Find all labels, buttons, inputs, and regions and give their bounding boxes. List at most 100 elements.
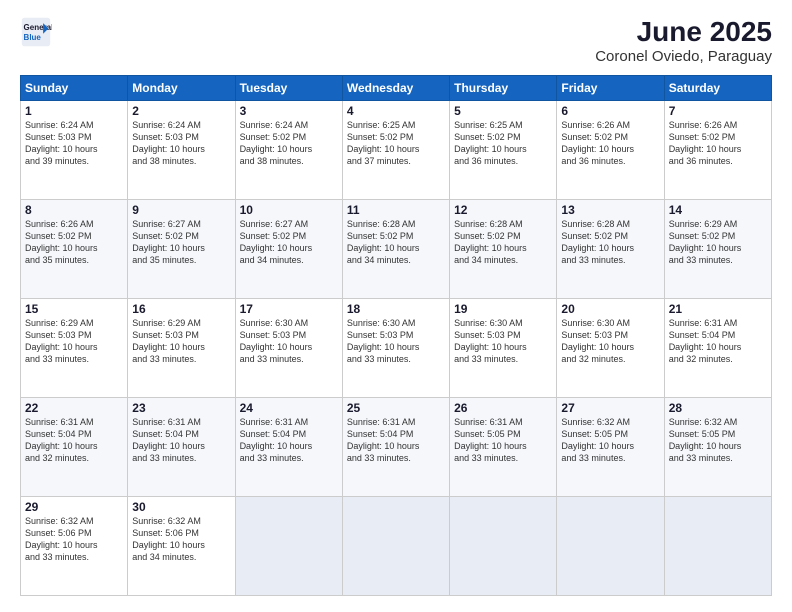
day-number: 19 [454, 302, 552, 316]
day-number: 6 [561, 104, 659, 118]
weekday-header-sunday: Sunday [21, 76, 128, 101]
weekday-header-row: SundayMondayTuesdayWednesdayThursdayFrid… [21, 76, 772, 101]
day-info: Sunrise: 6:29 AM Sunset: 5:02 PM Dayligh… [669, 218, 767, 267]
weekday-header-wednesday: Wednesday [342, 76, 449, 101]
day-info: Sunrise: 6:32 AM Sunset: 5:06 PM Dayligh… [132, 515, 230, 564]
calendar-cell: 29Sunrise: 6:32 AM Sunset: 5:06 PM Dayli… [21, 497, 128, 596]
calendar-week-2: 8Sunrise: 6:26 AM Sunset: 5:02 PM Daylig… [21, 200, 772, 299]
day-info: Sunrise: 6:32 AM Sunset: 5:05 PM Dayligh… [669, 416, 767, 465]
calendar-cell: 25Sunrise: 6:31 AM Sunset: 5:04 PM Dayli… [342, 398, 449, 497]
day-info: Sunrise: 6:28 AM Sunset: 5:02 PM Dayligh… [454, 218, 552, 267]
day-number: 24 [240, 401, 338, 415]
calendar-week-4: 22Sunrise: 6:31 AM Sunset: 5:04 PM Dayli… [21, 398, 772, 497]
svg-text:General: General [24, 23, 52, 32]
day-info: Sunrise: 6:31 AM Sunset: 5:04 PM Dayligh… [132, 416, 230, 465]
day-info: Sunrise: 6:28 AM Sunset: 5:02 PM Dayligh… [347, 218, 445, 267]
calendar-week-3: 15Sunrise: 6:29 AM Sunset: 5:03 PM Dayli… [21, 299, 772, 398]
calendar-cell: 22Sunrise: 6:31 AM Sunset: 5:04 PM Dayli… [21, 398, 128, 497]
day-number: 18 [347, 302, 445, 316]
day-number: 27 [561, 401, 659, 415]
calendar-cell: 30Sunrise: 6:32 AM Sunset: 5:06 PM Dayli… [128, 497, 235, 596]
calendar-cell [450, 497, 557, 596]
day-info: Sunrise: 6:31 AM Sunset: 5:05 PM Dayligh… [454, 416, 552, 465]
day-number: 23 [132, 401, 230, 415]
calendar-cell: 23Sunrise: 6:31 AM Sunset: 5:04 PM Dayli… [128, 398, 235, 497]
calendar-cell: 2Sunrise: 6:24 AM Sunset: 5:03 PM Daylig… [128, 101, 235, 200]
day-info: Sunrise: 6:31 AM Sunset: 5:04 PM Dayligh… [347, 416, 445, 465]
month-title: June 2025 [595, 16, 772, 48]
calendar-cell: 13Sunrise: 6:28 AM Sunset: 5:02 PM Dayli… [557, 200, 664, 299]
calendar-cell: 15Sunrise: 6:29 AM Sunset: 5:03 PM Dayli… [21, 299, 128, 398]
calendar-cell: 27Sunrise: 6:32 AM Sunset: 5:05 PM Dayli… [557, 398, 664, 497]
day-number: 3 [240, 104, 338, 118]
day-info: Sunrise: 6:26 AM Sunset: 5:02 PM Dayligh… [25, 218, 123, 267]
day-number: 22 [25, 401, 123, 415]
day-number: 25 [347, 401, 445, 415]
header: General Blue June 2025 Coronel Oviedo, P… [20, 16, 772, 65]
calendar-cell: 14Sunrise: 6:29 AM Sunset: 5:02 PM Dayli… [664, 200, 771, 299]
location-subtitle: Coronel Oviedo, Paraguay [595, 48, 772, 65]
day-info: Sunrise: 6:24 AM Sunset: 5:02 PM Dayligh… [240, 119, 338, 168]
calendar-cell: 20Sunrise: 6:30 AM Sunset: 5:03 PM Dayli… [557, 299, 664, 398]
day-info: Sunrise: 6:30 AM Sunset: 5:03 PM Dayligh… [454, 317, 552, 366]
calendar-cell: 9Sunrise: 6:27 AM Sunset: 5:02 PM Daylig… [128, 200, 235, 299]
calendar-cell: 24Sunrise: 6:31 AM Sunset: 5:04 PM Dayli… [235, 398, 342, 497]
calendar-cell: 18Sunrise: 6:30 AM Sunset: 5:03 PM Dayli… [342, 299, 449, 398]
day-number: 30 [132, 500, 230, 514]
day-number: 5 [454, 104, 552, 118]
calendar-cell: 4Sunrise: 6:25 AM Sunset: 5:02 PM Daylig… [342, 101, 449, 200]
page: General Blue June 2025 Coronel Oviedo, P… [0, 0, 792, 612]
day-info: Sunrise: 6:32 AM Sunset: 5:06 PM Dayligh… [25, 515, 123, 564]
day-info: Sunrise: 6:31 AM Sunset: 5:04 PM Dayligh… [669, 317, 767, 366]
calendar-cell: 16Sunrise: 6:29 AM Sunset: 5:03 PM Dayli… [128, 299, 235, 398]
day-number: 2 [132, 104, 230, 118]
calendar-cell: 19Sunrise: 6:30 AM Sunset: 5:03 PM Dayli… [450, 299, 557, 398]
day-info: Sunrise: 6:29 AM Sunset: 5:03 PM Dayligh… [25, 317, 123, 366]
day-info: Sunrise: 6:24 AM Sunset: 5:03 PM Dayligh… [132, 119, 230, 168]
day-info: Sunrise: 6:31 AM Sunset: 5:04 PM Dayligh… [25, 416, 123, 465]
day-number: 29 [25, 500, 123, 514]
day-info: Sunrise: 6:32 AM Sunset: 5:05 PM Dayligh… [561, 416, 659, 465]
calendar-cell: 26Sunrise: 6:31 AM Sunset: 5:05 PM Dayli… [450, 398, 557, 497]
calendar-cell: 5Sunrise: 6:25 AM Sunset: 5:02 PM Daylig… [450, 101, 557, 200]
day-number: 8 [25, 203, 123, 217]
weekday-header-saturday: Saturday [664, 76, 771, 101]
calendar-cell: 1Sunrise: 6:24 AM Sunset: 5:03 PM Daylig… [21, 101, 128, 200]
day-number: 4 [347, 104, 445, 118]
weekday-header-tuesday: Tuesday [235, 76, 342, 101]
day-number: 13 [561, 203, 659, 217]
calendar-cell [557, 497, 664, 596]
day-number: 9 [132, 203, 230, 217]
calendar-cell: 3Sunrise: 6:24 AM Sunset: 5:02 PM Daylig… [235, 101, 342, 200]
day-info: Sunrise: 6:30 AM Sunset: 5:03 PM Dayligh… [347, 317, 445, 366]
day-number: 21 [669, 302, 767, 316]
day-number: 26 [454, 401, 552, 415]
day-number: 10 [240, 203, 338, 217]
calendar-table: SundayMondayTuesdayWednesdayThursdayFrid… [20, 75, 772, 596]
day-info: Sunrise: 6:26 AM Sunset: 5:02 PM Dayligh… [669, 119, 767, 168]
weekday-header-monday: Monday [128, 76, 235, 101]
weekday-header-thursday: Thursday [450, 76, 557, 101]
title-section: June 2025 Coronel Oviedo, Paraguay [595, 16, 772, 65]
day-info: Sunrise: 6:25 AM Sunset: 5:02 PM Dayligh… [454, 119, 552, 168]
day-number: 20 [561, 302, 659, 316]
day-number: 15 [25, 302, 123, 316]
calendar-cell: 12Sunrise: 6:28 AM Sunset: 5:02 PM Dayli… [450, 200, 557, 299]
day-info: Sunrise: 6:24 AM Sunset: 5:03 PM Dayligh… [25, 119, 123, 168]
calendar-week-5: 29Sunrise: 6:32 AM Sunset: 5:06 PM Dayli… [21, 497, 772, 596]
svg-text:Blue: Blue [24, 33, 42, 42]
day-info: Sunrise: 6:29 AM Sunset: 5:03 PM Dayligh… [132, 317, 230, 366]
calendar-cell: 10Sunrise: 6:27 AM Sunset: 5:02 PM Dayli… [235, 200, 342, 299]
calendar-cell: 7Sunrise: 6:26 AM Sunset: 5:02 PM Daylig… [664, 101, 771, 200]
day-info: Sunrise: 6:27 AM Sunset: 5:02 PM Dayligh… [240, 218, 338, 267]
calendar-cell: 21Sunrise: 6:31 AM Sunset: 5:04 PM Dayli… [664, 299, 771, 398]
logo: General Blue [20, 16, 52, 48]
day-number: 28 [669, 401, 767, 415]
day-number: 1 [25, 104, 123, 118]
day-info: Sunrise: 6:25 AM Sunset: 5:02 PM Dayligh… [347, 119, 445, 168]
day-number: 11 [347, 203, 445, 217]
calendar-cell: 8Sunrise: 6:26 AM Sunset: 5:02 PM Daylig… [21, 200, 128, 299]
day-info: Sunrise: 6:31 AM Sunset: 5:04 PM Dayligh… [240, 416, 338, 465]
day-number: 7 [669, 104, 767, 118]
calendar-week-1: 1Sunrise: 6:24 AM Sunset: 5:03 PM Daylig… [21, 101, 772, 200]
